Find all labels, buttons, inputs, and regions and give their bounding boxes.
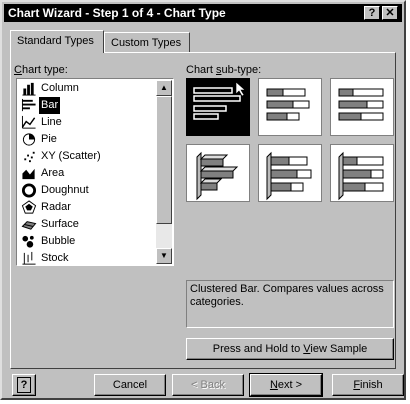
chart-type-item-label: Line (41, 116, 62, 128)
chart-type-item[interactable]: Pie (19, 131, 155, 148)
chart-type-item[interactable]: Surface (19, 216, 155, 233)
chart-type-label: Chart type: (14, 64, 68, 76)
chart-type-item[interactable]: Bubble (19, 233, 155, 250)
chart-type-item-label: Stock (41, 252, 69, 264)
chart-type-item-label: Pie (41, 133, 57, 145)
subtype-3d-stacked-bar[interactable] (258, 144, 322, 202)
scroll-thumb[interactable] (156, 96, 172, 224)
chart-type-item[interactable]: Bar (19, 96, 155, 115)
chart-wizard-window: Chart Wizard - Step 1 of 4 - Chart Type … (0, 0, 406, 400)
window-title: Chart Wizard - Step 1 of 4 - Chart Type (8, 6, 226, 20)
stacked-bar-icon (266, 88, 310, 121)
close-icon: ✕ (385, 7, 395, 19)
surface-chart-icon (21, 217, 37, 232)
next-button[interactable]: Next > (249, 373, 323, 397)
column-chart-icon (21, 81, 37, 96)
subtype-3d-clustered-bar[interactable] (186, 144, 250, 202)
subtype-3d-100-stacked-bar[interactable] (330, 144, 394, 202)
3d-percent-stacked-bar-icon (338, 151, 384, 201)
chart-type-item-label: Area (41, 167, 65, 179)
chart-type-item-label: Radar (41, 201, 71, 213)
help-button[interactable]: ? (12, 374, 36, 396)
chart-type-item-label: Column (41, 82, 79, 94)
stock-chart-icon (21, 251, 37, 265)
chart-type-listbox[interactable]: Column Bar Line Pie XY (Scatter) Area Doughnut… (16, 78, 174, 266)
chart-type-item-label: Doughnut (41, 184, 89, 196)
percent-stacked-bar-icon (338, 88, 384, 121)
help-icon: ? (17, 377, 31, 393)
line-chart-icon (21, 115, 37, 130)
chart-type-item[interactable]: Column (19, 80, 155, 97)
chart-type-scrollbar[interactable]: ▲ ▼ (156, 80, 172, 264)
close-button[interactable]: ✕ (382, 6, 398, 20)
chart-type-item-label: Surface (41, 218, 79, 230)
chart-type-item[interactable]: Area (19, 165, 155, 182)
chart-type-item[interactable]: Radar (19, 199, 155, 216)
scroll-up-button[interactable]: ▲ (156, 80, 172, 96)
chart-type-item-label: XY (Scatter) (41, 150, 101, 162)
radar-chart-icon (21, 200, 37, 215)
subtype-100-stacked-bar[interactable] (330, 78, 394, 136)
area-chart-icon (21, 166, 37, 181)
subtype-description: Clustered Bar. Compares values across ca… (186, 280, 394, 328)
3d-stacked-bar-icon (266, 151, 312, 201)
title-bar: Chart Wizard - Step 1 of 4 - Chart Type … (4, 4, 402, 22)
chart-type-item[interactable]: XY (Scatter) (19, 148, 155, 165)
tab-standard-types[interactable]: Standard Types (10, 30, 104, 53)
view-sample-button[interactable]: Press and Hold to View Sample (186, 338, 394, 360)
scatter-chart-icon (21, 149, 37, 164)
3d-clustered-bar-icon (196, 151, 239, 201)
chart-type-item-label: Bubble (41, 235, 76, 247)
bar-chart-icon (21, 98, 37, 113)
subtype-stacked-bar[interactable] (258, 78, 322, 136)
finish-button[interactable]: Finish (332, 374, 404, 396)
chart-subtype-label: Chart sub-type: (186, 64, 262, 76)
pie-chart-icon (21, 132, 37, 147)
scroll-down-button[interactable]: ▼ (156, 248, 172, 264)
back-button[interactable]: < Back (172, 374, 244, 396)
chart-type-item[interactable]: Doughnut (19, 182, 155, 199)
tab-custom-types[interactable]: Custom Types (104, 32, 190, 52)
chart-type-item[interactable]: Stock (19, 250, 155, 265)
subtype-clustered-bar[interactable] (186, 78, 250, 136)
chart-type-item[interactable]: Line (19, 114, 155, 131)
doughnut-chart-icon (21, 183, 37, 198)
cancel-button[interactable]: Cancel (94, 374, 166, 396)
help-title-button[interactable]: ? (364, 6, 380, 20)
clustered-bar-icon (193, 81, 246, 120)
bubble-chart-icon (21, 234, 37, 249)
chart-type-item-label: Bar (37, 96, 62, 115)
